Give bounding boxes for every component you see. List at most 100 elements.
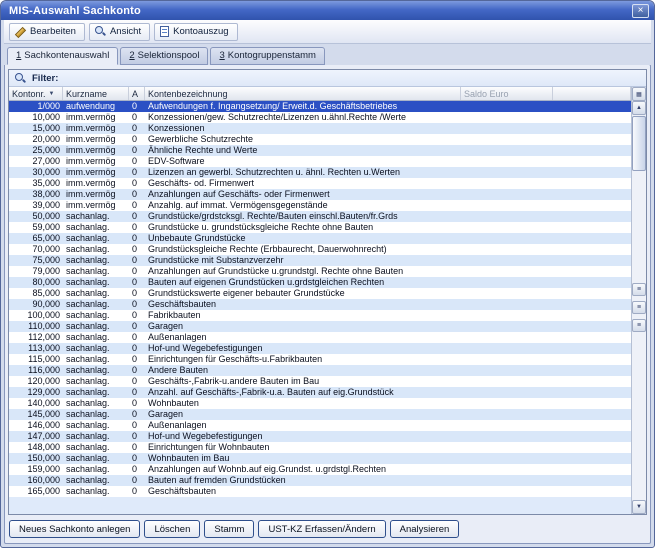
cell-a: 0 (129, 343, 145, 354)
cell-kontenbezeichnung: Einrichtungen für Wohnbauten (145, 442, 461, 453)
cell-kontenbezeichnung: Grundstücke mit Substanzverzehr (145, 255, 461, 266)
table-row[interactable]: 27,000 imm.vermög 0 EDV-Software (9, 156, 631, 167)
cell-kontonr: 35,000 (9, 178, 63, 189)
column-chooser-button[interactable]: ▦ (632, 87, 646, 101)
table-row[interactable]: 165,000 sachanlag. 0 Geschäftsbauten (9, 486, 631, 497)
statement-icon (160, 26, 169, 37)
table-row[interactable]: 148,000 sachanlag. 0 Einrichtungen für W… (9, 442, 631, 453)
tab-selektionspool[interactable]: 2Selektionspool (120, 47, 208, 65)
cell-a: 0 (129, 365, 145, 376)
cell-kontenbezeichnung: Aufwendungen f. Ingangsetzung/ Erweit.d.… (145, 101, 461, 112)
footer-button-bar: Neues Sachkonto anlegen Löschen Stamm US… (8, 515, 647, 541)
cell-kurzname: sachanlag. (63, 266, 129, 277)
table-row[interactable]: 160,000 sachanlag. 0 Bauten auf fremden … (9, 475, 631, 486)
table-row[interactable]: 150,000 sachanlag. 0 Wohnbauten im Bau (9, 453, 631, 464)
table-row[interactable]: 112,000 sachanlag. 0 Außenanlagen (9, 332, 631, 343)
cell-filler (553, 321, 631, 332)
table-row[interactable]: 70,000 sachanlag. 0 Grundstücksgleiche R… (9, 244, 631, 255)
toolbar-button-bearbeiten[interactable]: Bearbeiten (9, 23, 85, 41)
table-row[interactable]: 30,000 imm.vermög 0 Lizenzen an gewerbl.… (9, 167, 631, 178)
table-row[interactable]: 110,000 sachanlag. 0 Garagen (9, 321, 631, 332)
cell-kurzname: sachanlag. (63, 277, 129, 288)
scroll-mark-button-1[interactable]: ≡ (632, 283, 646, 296)
column-header-kontenbezeichnung[interactable]: Kontenbezeichnung (145, 87, 461, 100)
cell-kurzname: sachanlag. (63, 321, 129, 332)
cell-saldo-euro (461, 266, 553, 277)
cell-kontenbezeichnung: Konzessionen/gew. Schutzrechte/Lizenzen … (145, 112, 461, 123)
ustkz-button[interactable]: UST-KZ Erfassen/Ändern (258, 520, 385, 538)
cell-filler (553, 123, 631, 134)
column-header-a[interactable]: A (129, 87, 145, 100)
table-row[interactable]: 85,000 sachanlag. 0 Grundstückswerte eig… (9, 288, 631, 299)
tab-kontogruppenstamm[interactable]: 3Kontogruppenstamm (210, 47, 325, 65)
toolbar-button-ansicht[interactable]: Ansicht (89, 23, 150, 41)
cell-saldo-euro (461, 299, 553, 310)
table-row[interactable]: 1/000 aufwendung 0 Aufwendungen f. Ingan… (9, 101, 631, 112)
toolbar-button-kontoauszug[interactable]: Kontoauszug (154, 23, 237, 41)
table-row[interactable]: 25,000 imm.vermög 0 Ähnliche Rechte und … (9, 145, 631, 156)
table-row[interactable]: 79,000 sachanlag. 0 Anzahlungen auf Grun… (9, 266, 631, 277)
delete-button[interactable]: Löschen (144, 520, 200, 538)
cell-saldo-euro (461, 354, 553, 365)
table-row[interactable]: 116,000 sachanlag. 0 Andere Bauten (9, 365, 631, 376)
table-row[interactable]: 65,000 sachanlag. 0 Unbebaute Grundstück… (9, 233, 631, 244)
table-row[interactable]: 39,000 imm.vermög 0 Anzahlg. auf immat. … (9, 200, 631, 211)
magnifier-icon (95, 26, 106, 37)
column-header-kurzname[interactable]: Kurzname (63, 87, 129, 100)
column-header-kontonr[interactable]: Kontonr. ▼ (9, 87, 63, 100)
analyze-button[interactable]: Analysieren (390, 520, 460, 538)
cell-kontenbezeichnung: Grundstückswerte eigener bebauter Grunds… (145, 288, 461, 299)
table-row[interactable]: 145,000 sachanlag. 0 Garagen (9, 409, 631, 420)
table-row[interactable]: 90,000 sachanlag. 0 Geschäftsbauten (9, 299, 631, 310)
table-row[interactable]: 20,000 imm.vermög 0 Gewerbliche Schutzre… (9, 134, 631, 145)
table-row[interactable]: 75,000 sachanlag. 0 Grundstücke mit Subs… (9, 255, 631, 266)
cell-kurzname: sachanlag. (63, 365, 129, 376)
cell-kontonr: 65,000 (9, 233, 63, 244)
table-row[interactable]: 140,000 sachanlag. 0 Wohnbauten (9, 398, 631, 409)
table-row[interactable]: 59,000 sachanlag. 0 Grundstücke u. grund… (9, 222, 631, 233)
cell-a: 0 (129, 310, 145, 321)
cell-saldo-euro (461, 486, 553, 497)
column-header-saldo-euro[interactable]: Saldo Euro (461, 87, 553, 100)
table-row[interactable]: 80,000 sachanlag. 0 Bauten auf eigenen G… (9, 277, 631, 288)
cell-a: 0 (129, 431, 145, 442)
cell-kontonr: 140,000 (9, 398, 63, 409)
cell-kurzname: sachanlag. (63, 376, 129, 387)
table-row[interactable]: 159,000 sachanlag. 0 Anzahlungen auf Woh… (9, 464, 631, 475)
table-row[interactable]: 113,000 sachanlag. 0 Hof-und Wegebefesti… (9, 343, 631, 354)
scroll-mark-button-2[interactable]: ≡ (632, 301, 646, 314)
table-row[interactable]: 50,000 sachanlag. 0 Grundstücke/grdstcks… (9, 211, 631, 222)
stamm-button[interactable]: Stamm (204, 520, 254, 538)
cell-filler (553, 409, 631, 420)
new-account-button[interactable]: Neues Sachkonto anlegen (9, 520, 140, 538)
scroll-up-icon[interactable]: ▲ (632, 101, 646, 115)
table-row[interactable]: 100,000 sachanlag. 0 Fabrikbauten (9, 310, 631, 321)
table-row[interactable]: 10,000 imm.vermög 0 Konzessionen/gew. Sc… (9, 112, 631, 123)
close-icon[interactable]: × (632, 4, 649, 18)
scroll-down-icon[interactable]: ▼ (632, 500, 646, 514)
cell-filler (553, 299, 631, 310)
scrollbar-thumb[interactable] (632, 116, 646, 171)
cell-kontonr: 30,000 (9, 167, 63, 178)
cell-kontenbezeichnung: Anzahlungen auf Geschäfts- oder Firmenwe… (145, 189, 461, 200)
cell-filler (553, 134, 631, 145)
titlebar[interactable]: MIS-Auswahl Sachkonto × (1, 1, 654, 20)
cell-kurzname: aufwendung (63, 101, 129, 112)
table-row[interactable]: 38,000 imm.vermög 0 Anzahlungen auf Gesc… (9, 189, 631, 200)
table-row[interactable]: 115,000 sachanlag. 0 Einrichtungen für G… (9, 354, 631, 365)
table-row[interactable]: 35,000 imm.vermög 0 Geschäfts- od. Firme… (9, 178, 631, 189)
scrollbar-track[interactable]: ≡ ≡ ≡ (632, 115, 646, 500)
table-row[interactable]: 147,000 sachanlag. 0 Hof-und Wegebefesti… (9, 431, 631, 442)
cell-filler (553, 332, 631, 343)
table-row[interactable]: 120,000 sachanlag. 0 Geschäfts-,Fabrik-u… (9, 376, 631, 387)
scroll-mark-button-3[interactable]: ≡ (632, 319, 646, 332)
filter-magnifier-icon[interactable] (15, 73, 26, 84)
cell-filler (553, 453, 631, 464)
table-row[interactable]: 129,000 sachanlag. 0 Anzahl. auf Geschäf… (9, 387, 631, 398)
cell-a: 0 (129, 420, 145, 431)
cell-kontenbezeichnung: Garagen (145, 321, 461, 332)
table-row[interactable]: 15,000 imm.vermög 0 Konzessionen (9, 123, 631, 134)
table-row[interactable]: 146,000 sachanlag. 0 Außenanlagen (9, 420, 631, 431)
tab-sachkontenauswahl[interactable]: 1Sachkontenauswahl (7, 47, 118, 65)
cell-a: 0 (129, 123, 145, 134)
